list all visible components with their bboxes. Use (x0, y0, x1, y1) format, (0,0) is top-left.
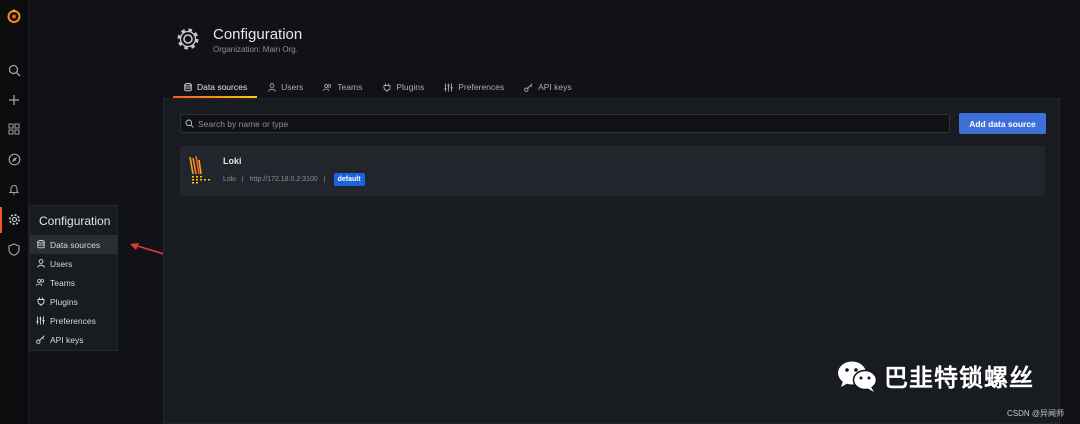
flyout-item-label: Teams (50, 277, 76, 288)
flyout-item-data-sources[interactable]: Data sources (30, 235, 118, 254)
data-source-type: Loki (223, 176, 236, 183)
configuration-flyout-menu: Configuration Data sources Users Teams P… (29, 205, 118, 351)
sliders-icon (36, 316, 45, 325)
users-icon (36, 278, 45, 287)
watermark-text: 巴韭特锁螺丝 (884, 365, 1034, 392)
add-data-source-button[interactable]: Add data source (959, 113, 1046, 134)
data-source-meta: Loki | http://172.18.0.2:3100 | default (223, 173, 365, 186)
tab-bar: Data sources Users Teams Plugins Prefere… (173, 76, 582, 98)
flyout-item-plugins[interactable]: Plugins (30, 292, 118, 311)
explore-compass-icon[interactable] (4, 149, 24, 169)
database-icon (183, 82, 192, 92)
users-icon (323, 83, 332, 92)
key-icon (524, 82, 533, 92)
flyout-item-label: Data sources (50, 239, 101, 250)
tab-label: Plugins (396, 82, 425, 92)
tab-label: Preferences (458, 82, 505, 92)
tab-label: Teams (337, 82, 363, 92)
plug-icon (36, 297, 45, 306)
flyout-item-api-keys[interactable]: API keys (30, 330, 118, 349)
tab-preferences[interactable]: Preferences (434, 76, 514, 98)
flyout-item-label: Plugins (50, 296, 78, 307)
default-badge: default (333, 173, 365, 186)
configuration-gear-icon (175, 26, 201, 52)
plug-icon (382, 83, 391, 92)
tab-plugins[interactable]: Plugins (372, 76, 434, 98)
flyout-title[interactable]: Configuration (39, 214, 110, 228)
sidebar (0, 0, 29, 424)
watermark: 巴韭特锁螺丝 (836, 358, 1034, 393)
gear-icon[interactable] (4, 209, 24, 229)
data-source-name: Loki (223, 156, 242, 166)
flyout-item-label: Preferences (50, 315, 96, 326)
tab-users[interactable]: Users (257, 76, 313, 98)
flyout-item-teams[interactable]: Teams (30, 273, 118, 292)
search-input[interactable] (198, 118, 938, 129)
user-icon (36, 259, 45, 268)
wechat-icon (838, 361, 878, 392)
plus-icon[interactable] (4, 90, 24, 110)
dashboards-icon[interactable] (4, 119, 24, 139)
bell-icon[interactable] (4, 179, 24, 199)
flyout-item-preferences[interactable]: Preferences (30, 311, 118, 330)
sliders-icon (444, 83, 453, 92)
search-icon (185, 115, 194, 133)
tab-api-keys[interactable]: API keys (514, 76, 582, 98)
active-indicator (0, 207, 2, 233)
page-title: Configuration (213, 26, 303, 43)
key-icon (36, 335, 45, 344)
page-subtitle: Organization: Main Org. (213, 45, 298, 54)
tab-label: Users (281, 82, 304, 92)
loki-logo-icon (189, 155, 210, 184)
search-box[interactable] (180, 114, 950, 133)
tab-data-sources[interactable]: Data sources (173, 76, 258, 98)
user-icon (267, 82, 276, 92)
data-source-card-loki[interactable]: Loki Loki | http://172.18.0.2:3100 | def… (180, 146, 1045, 196)
separator: | (323, 176, 326, 183)
grafana-logo-icon[interactable] (4, 6, 24, 26)
flyout-item-users[interactable]: Users (30, 254, 118, 273)
separator: | (241, 176, 244, 183)
tab-label: API keys (538, 82, 572, 92)
flyout-item-label: Users (50, 258, 73, 269)
tab-teams[interactable]: Teams (313, 76, 372, 98)
flyout-item-label: API keys (50, 334, 84, 345)
shield-icon[interactable] (4, 239, 24, 259)
tab-label: Data sources (197, 82, 248, 92)
csdn-credit: CSDN @异闻师 (1007, 409, 1065, 418)
database-icon (36, 240, 45, 249)
search-icon[interactable] (4, 60, 24, 80)
data-source-url: http://172.18.0.2:3100 (249, 176, 318, 183)
